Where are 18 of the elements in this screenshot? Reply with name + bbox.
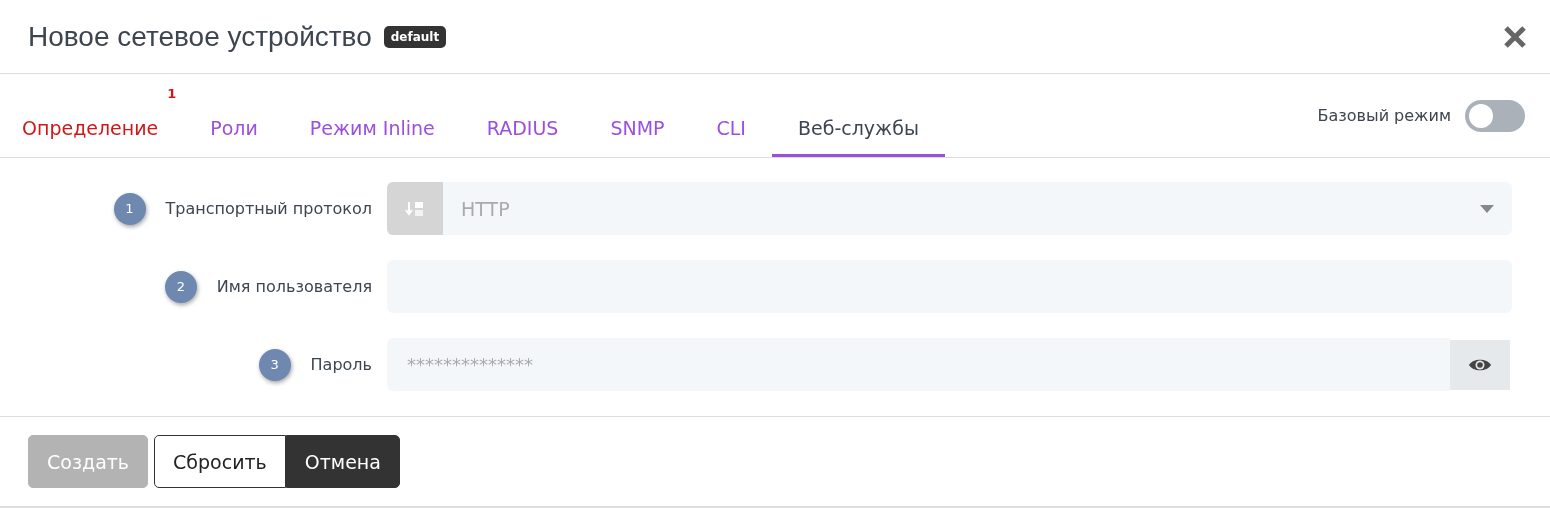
tab[interactable]: CLI: [690, 74, 772, 158]
tab[interactable]: SNMP: [584, 74, 691, 158]
action-button[interactable]: Отмена: [285, 435, 400, 489]
tab[interactable]: Веб-службы: [772, 74, 945, 158]
tab[interactable]: Режим Inline: [283, 74, 461, 158]
default-badge: default: [383, 25, 447, 48]
field-label: Пароль: [310, 355, 372, 375]
step-number: 3: [258, 348, 291, 381]
dialog-title: Новое сетевое устройство: [28, 20, 372, 53]
field-label: Имя пользователя: [216, 277, 372, 297]
tab[interactable]: Роли: [184, 74, 284, 158]
basic-mode-label: Базовый режим: [1317, 106, 1451, 126]
field-label: Транспортный протокол: [165, 199, 372, 219]
step-number: 1: [113, 192, 146, 225]
step-number: 2: [164, 270, 197, 303]
error-count: 1: [167, 86, 177, 102]
action-button[interactable]: Сбросить: [154, 435, 286, 489]
tab[interactable]: RADIUS: [460, 74, 585, 158]
